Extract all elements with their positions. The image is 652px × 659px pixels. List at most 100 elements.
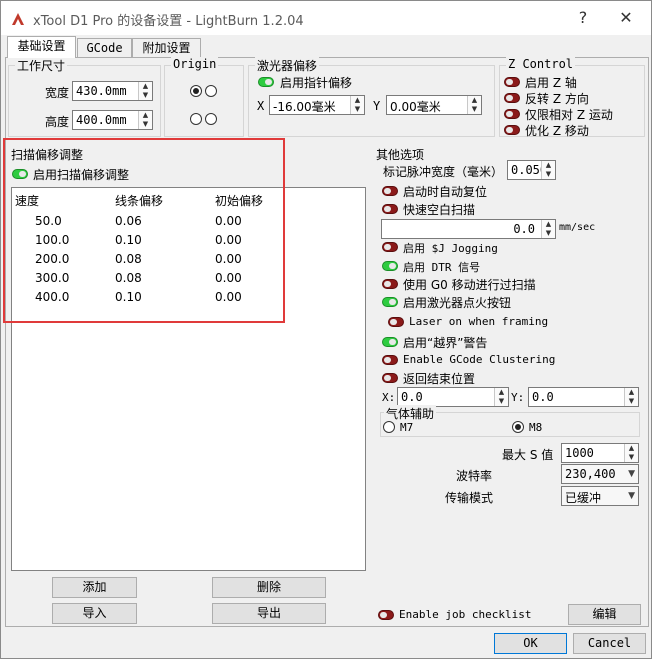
window-title: xTool D1 Pro 的设备设置 - LightBurn 1.2.04 <box>33 14 304 29</box>
help-button[interactable]: ? <box>568 5 598 31</box>
transfer-mode-value: 已缓冲 <box>565 491 602 505</box>
spin-up-icon[interactable]: ▲ <box>139 82 152 91</box>
baud-rate-value: 230,400 <box>565 467 616 481</box>
transfer-mode-label: 传输模式 <box>445 491 494 505</box>
spin-up-icon[interactable]: ▲ <box>625 388 638 397</box>
max-s-spinbox[interactable]: 1000 ▲ ▼ <box>561 443 639 463</box>
spin-down-icon[interactable]: ▼ <box>468 105 481 114</box>
fast-whitespace-toggle[interactable] <box>382 204 398 214</box>
tab-basic-settings[interactable]: 基础设置 <box>7 36 76 58</box>
spin-down-icon[interactable]: ▼ <box>139 120 152 129</box>
width-label: 宽度 <box>45 86 70 100</box>
bounds-warning-label: 启用“越界”警告 <box>403 336 488 350</box>
close-button[interactable]: ✕ <box>611 5 641 31</box>
m7-radio[interactable] <box>383 421 395 433</box>
spin-up-icon[interactable]: ▲ <box>625 444 638 453</box>
jogging-toggle[interactable] <box>382 242 398 252</box>
pulse-width-spinbox[interactable]: 0.050 ▲ ▼ <box>507 160 556 180</box>
bounds-warning-toggle[interactable] <box>382 337 398 347</box>
offset-x-spinbox[interactable]: -16.00毫米 ▲ ▼ <box>269 95 365 115</box>
other-options-title: 其他选项 <box>376 148 425 162</box>
z-axis-label: 启用 Z 轴 <box>525 76 577 90</box>
pointer-offset-label: 启用指针偏移 <box>280 76 353 90</box>
fast-whitespace-label: 快速空白扫描 <box>403 203 476 217</box>
spin-up-icon[interactable]: ▲ <box>468 96 481 105</box>
origin-bottom-right-radio[interactable] <box>205 113 217 125</box>
lightburn-logo-icon <box>10 10 27 27</box>
spin-up-icon[interactable]: ▲ <box>351 96 364 105</box>
width-spinbox[interactable]: 430.0mm ▲ ▼ <box>72 81 153 101</box>
height-spinbox[interactable]: 400.0mm ▲ ▼ <box>72 110 153 130</box>
m7-label: M7 <box>400 421 414 434</box>
spin-down-icon[interactable]: ▼ <box>542 170 555 179</box>
cancel-button[interactable]: Cancel <box>573 633 646 654</box>
offset-x-value: -16.00毫米 <box>273 100 336 114</box>
air-assist-title: 气体辅助 <box>384 405 437 422</box>
max-s-label: 最大 S 值 <box>502 448 554 462</box>
work-size-title: 工作尺寸 <box>15 57 68 74</box>
baud-rate-select[interactable]: 230,400 ▼ <box>561 464 639 484</box>
highlight-box <box>3 138 285 323</box>
z-axis-toggle[interactable] <box>504 77 520 87</box>
g0-overscan-label: 使用 G0 移动进行过扫描 <box>403 278 536 292</box>
ok-button[interactable]: OK <box>494 633 567 654</box>
whitespace-speed-spinbox[interactable]: 0.0 ▲ ▼ <box>381 219 556 239</box>
spin-down-icon[interactable]: ▼ <box>542 229 555 238</box>
spin-down-icon[interactable]: ▼ <box>495 397 508 406</box>
origin-group: Origin <box>164 57 244 137</box>
spin-down-icon[interactable]: ▼ <box>139 91 152 100</box>
spin-down-icon[interactable]: ▼ <box>625 453 638 462</box>
job-checklist-toggle[interactable] <box>378 610 394 620</box>
spin-up-icon[interactable]: ▲ <box>542 161 555 170</box>
spin-up-icon[interactable]: ▲ <box>139 111 152 120</box>
origin-bottom-left-radio[interactable] <box>190 113 202 125</box>
export-button[interactable]: 导出 <box>212 603 326 624</box>
z-relative-toggle[interactable] <box>504 109 520 119</box>
offset-y-value: 0.00毫米 <box>390 100 441 114</box>
origin-top-left-radio[interactable] <box>190 85 202 97</box>
pointer-offset-toggle[interactable] <box>258 77 274 87</box>
return-position-toggle[interactable] <box>382 373 398 383</box>
framing-toggle[interactable] <box>388 317 404 327</box>
transfer-mode-select[interactable]: 已缓冲 ▼ <box>561 486 639 506</box>
offset-y-spinbox[interactable]: 0.00毫米 ▲ ▼ <box>386 95 482 115</box>
return-x-spinbox[interactable]: 0.0 ▲ ▼ <box>397 387 509 407</box>
auto-home-toggle[interactable] <box>382 186 398 196</box>
delete-button[interactable]: 删除 <box>212 577 326 598</box>
clustering-label: Enable GCode Clustering <box>403 353 556 366</box>
framing-label: Laser on when framing <box>409 315 549 328</box>
z-optimize-toggle[interactable] <box>504 125 520 135</box>
z-optimize-label: 优化 Z 移动 <box>525 124 589 138</box>
tab-gcode[interactable]: GCode <box>77 38 132 57</box>
add-button[interactable]: 添加 <box>52 577 137 598</box>
spin-up-icon[interactable]: ▲ <box>495 388 508 397</box>
return-y-spinbox[interactable]: 0.0 ▲ ▼ <box>528 387 639 407</box>
origin-top-right-radio[interactable] <box>205 85 217 97</box>
air-assist-group: 气体辅助 <box>380 405 640 437</box>
edit-button[interactable]: 编辑 <box>568 604 641 625</box>
spin-up-icon[interactable]: ▲ <box>542 220 555 229</box>
jogging-label: 启用 $J Jogging <box>403 242 498 255</box>
dtr-toggle[interactable] <box>382 261 398 271</box>
return-y-label: Y: <box>511 391 525 404</box>
g0-overscan-toggle[interactable] <box>382 279 398 289</box>
spin-down-icon[interactable]: ▼ <box>625 397 638 406</box>
import-button[interactable]: 导入 <box>52 603 137 624</box>
tab-additional-settings[interactable]: 附加设置 <box>132 38 201 57</box>
offset-y-label: Y <box>373 99 381 113</box>
fire-button-toggle[interactable] <box>382 297 398 307</box>
baud-rate-label: 波特率 <box>456 469 493 483</box>
title-bar: xTool D1 Pro 的设备设置 - LightBurn 1.2.04 ? … <box>1 1 651 35</box>
clustering-toggle[interactable] <box>382 355 398 365</box>
z-relative-label: 仅限相对 Z 运动 <box>525 108 613 122</box>
return-x-value: 0.0 <box>401 390 423 404</box>
whitespace-speed-value: 0.0 <box>513 222 535 236</box>
return-x-label: X: <box>382 391 396 404</box>
auto-home-label: 启动时自动复位 <box>403 185 488 199</box>
spin-down-icon[interactable]: ▼ <box>351 105 364 114</box>
m8-label: M8 <box>529 421 543 434</box>
speed-unit-label: mm/sec <box>559 222 596 233</box>
height-value: 400.0mm <box>76 113 127 127</box>
z-reverse-toggle[interactable] <box>504 93 520 103</box>
m8-radio[interactable] <box>512 421 524 433</box>
